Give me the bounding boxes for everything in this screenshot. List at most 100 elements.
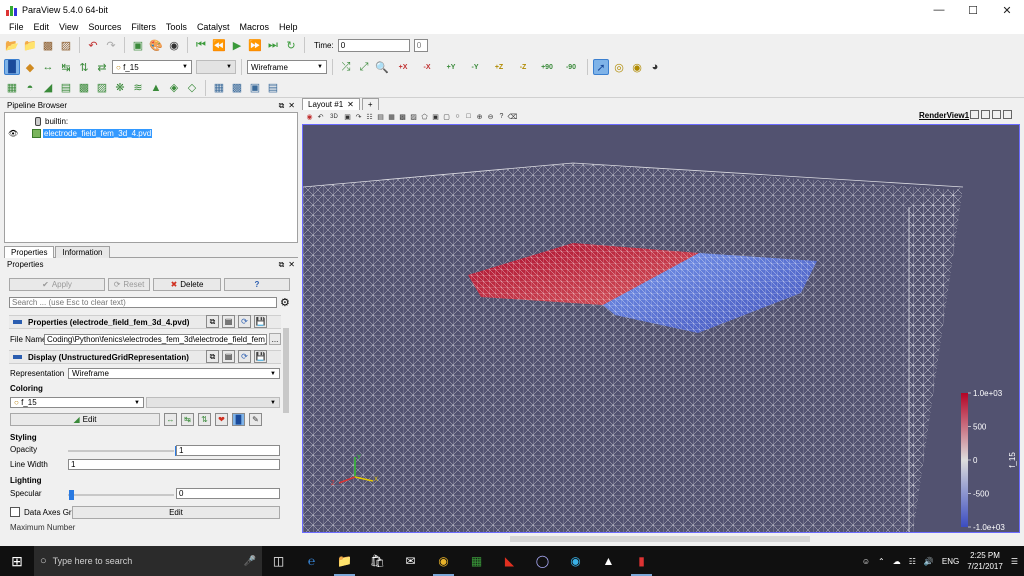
people-icon[interactable]: ☺ [862,557,870,566]
rescale-visible-icon[interactable]: ⇅ [198,413,211,426]
redo-icon[interactable]: ↷ [103,37,119,53]
pdf-reader-icon[interactable]: ◣ [493,546,526,576]
menu-filters[interactable]: Filters [126,22,161,32]
shrink-selection-icon[interactable]: ⊖ [486,112,495,121]
coloring-combo[interactable]: ○ f_15 ▼ [10,397,144,408]
time-input[interactable]: 0 [337,38,410,52]
paste-icon[interactable]: ▤ [222,350,235,363]
menu-view[interactable]: View [54,22,83,32]
select-cells-icon[interactable]: ▤ [265,80,281,96]
apply-button[interactable]: ✔ Apply [9,278,105,291]
zoom-to-box-icon[interactable]: 🔍 [374,59,390,75]
open-file-icon[interactable]: 📂 [4,37,20,53]
taskbar-search-input[interactable]: Type here to search [53,556,133,566]
properties-search-input[interactable]: Search ... (use Esc to clear text) [9,297,277,308]
capture-screenshot-icon[interactable]: ◉ [305,112,314,121]
stream-tracer-icon[interactable]: ≋ [130,80,146,96]
menu-help[interactable]: Help [274,22,303,32]
split-horizontal-icon[interactable] [970,110,979,119]
favorite-preset-icon[interactable]: ❤ [215,413,228,426]
restore-default-icon[interactable]: ⟳ [238,350,251,363]
scrollbar-thumb[interactable] [510,536,810,542]
toggle-color-legend-icon[interactable]: █ [4,59,20,75]
first-frame-icon[interactable]: ⏮ [193,37,209,53]
rescale-range-icon[interactable]: ↔ [164,413,177,426]
python-shell-icon[interactable]: ◉ [166,37,182,53]
view-minus-y-button[interactable]: -Y [464,59,486,75]
adjust-camera-icon[interactable]: ☷ [365,112,374,121]
connect-server-icon[interactable]: ▩ [40,37,56,53]
extract-subset-icon[interactable]: ▨ [94,80,110,96]
maximize-button[interactable]: ☐ [956,0,990,20]
cloud-icon[interactable]: ☁ [893,557,901,566]
representation-combo[interactable]: Wireframe ▼ [68,368,280,379]
minimize-button[interactable]: — [922,0,956,20]
zoom-to-data-icon[interactable]: ⤢ [356,59,372,75]
menu-file[interactable]: File [4,22,29,32]
render-view[interactable]: Y X Z 1.0e+03 500 0 -500 -1.0e+03 f_15 [302,124,1020,533]
select-points-on-icon[interactable]: ▦ [387,112,396,121]
windows-start-icon[interactable]: ⊞ [0,546,34,576]
select-cells-on-icon[interactable]: ▤ [376,112,385,121]
glyph-icon[interactable]: ❋ [112,80,128,96]
camera-undo-icon[interactable]: ↶ [316,112,325,121]
edit-color-map-button[interactable]: ◢ Edit [10,413,160,426]
rescale-visible-icon[interactable]: ⇅ [76,59,92,75]
select-polygon-icon[interactable]: ⬠ [420,112,429,121]
reset-center-icon[interactable]: ◕ [647,59,663,75]
query-icon[interactable]: ▩ [229,80,245,96]
taskbar-search[interactable]: ○ Type here to search 🎤 [34,546,262,576]
reset-camera-icon[interactable]: ▣ [343,112,352,121]
rotate-plus-90-button[interactable]: +90 [536,59,558,75]
toggle-3d-button[interactable]: 3D [327,112,341,121]
select-points-through-icon[interactable]: ▨ [409,112,418,121]
edge-browser-icon[interactable]: ℮ [295,546,328,576]
coloring-component-combo[interactable]: ▼ [146,397,280,408]
line-width-field[interactable]: 1 [68,459,280,470]
advanced-gear-icon[interactable]: ⚙ [280,296,293,309]
store-icon[interactable]: 🛍 [361,546,394,576]
rescale-temporal-icon[interactable]: ⇄ [94,59,110,75]
browse-button[interactable]: ... [269,333,281,345]
contour-icon[interactable]: ◓ [22,80,38,96]
rescale-range-icon[interactable]: ↔ [40,59,56,75]
messaging-app-icon[interactable]: ◉ [559,546,592,576]
threshold-icon[interactable]: ▩ [76,80,92,96]
clock[interactable]: 2:25 PM 7/21/2017 [967,550,1003,572]
disconnect-server-icon[interactable]: ▨ [58,37,74,53]
time-index-spinbox[interactable]: 0 [413,38,428,52]
show-hidden-icons-icon[interactable]: ⌃ [878,557,885,566]
maximize-view-icon[interactable] [992,110,1001,119]
help-icon[interactable]: ? [497,112,506,121]
close-icon[interactable]: ✕ [288,101,295,111]
specular-field[interactable]: 0 [176,488,280,499]
menu-edit[interactable]: Edit [29,22,55,32]
close-view-icon[interactable] [1003,110,1012,119]
sailing-app-icon[interactable]: ▲ [592,546,625,576]
render-view-scrollbar[interactable] [302,534,1020,544]
restore-default-icon[interactable]: ⟳ [238,315,251,328]
group-datasets-icon[interactable]: ◈ [166,80,182,96]
scrollbar-thumb[interactable] [283,328,289,413]
save-default-icon[interactable]: 💾 [254,315,267,328]
undock-icon[interactable]: ⧉ [279,260,285,270]
previous-frame-icon[interactable]: ⏪ [211,37,227,53]
view-minus-x-button[interactable]: -X [416,59,438,75]
toggle-legend-icon[interactable]: █ [232,413,245,426]
undo-icon[interactable]: ↶ [85,37,101,53]
media-app-icon[interactable]: ◯ [526,546,559,576]
data-axes-grid-edit-button[interactable]: Edit [72,506,280,519]
file-name-field[interactable]: Coding\Python\fenics\electrodes_fem_3d\e… [44,334,267,345]
notifications-icon[interactable]: ☰ [1011,557,1018,566]
next-frame-icon[interactable]: ⏩ [247,37,263,53]
tab-properties[interactable]: Properties [4,246,55,258]
properties-scrollbar[interactable] [282,326,290,531]
close-button[interactable]: ✕ [990,0,1024,20]
representation-selector[interactable]: Wireframe ▼ [247,60,327,74]
loop-icon[interactable]: ↻ [283,37,299,53]
network-icon[interactable]: ☷ [909,557,916,566]
split-vertical-icon[interactable] [981,110,990,119]
pipeline-item-source[interactable]: 👁 electrode_field_fem_3d_4.pvd [5,128,153,139]
language-indicator[interactable]: ENG [942,557,959,566]
close-icon[interactable]: ✕ [347,100,354,109]
